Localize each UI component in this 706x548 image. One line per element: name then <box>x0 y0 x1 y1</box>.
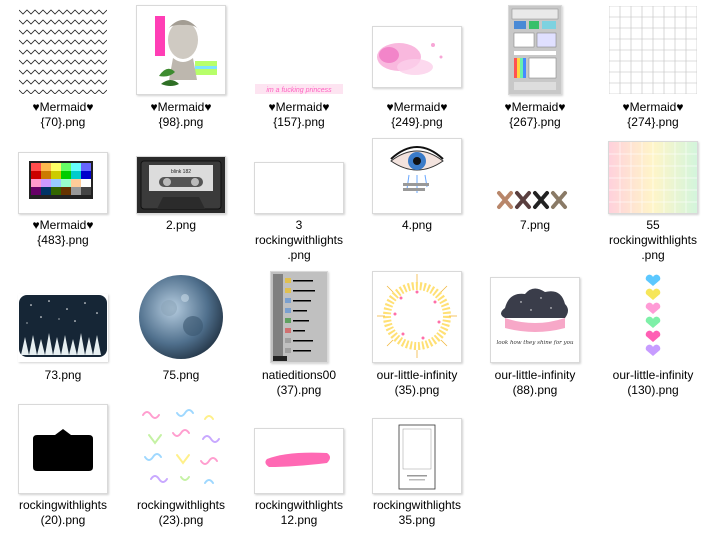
file-item[interactable]: rockingwithlights (20).png <box>4 398 122 548</box>
file-item[interactable]: ♥Mermaid♥ {267}.png <box>476 0 594 150</box>
file-item[interactable]: 55 rockingwithlights .png <box>594 136 706 286</box>
file-item[interactable]: rockingwithlights 35.png <box>358 398 476 548</box>
file-name: rockingwithlights (23).png <box>136 498 226 527</box>
file-name: ♥Mermaid♥ {274}.png <box>622 100 684 129</box>
sun-ring-thumbnail <box>372 271 462 363</box>
black-speech-bubble-thumbnail <box>18 404 108 494</box>
pastel-hearts-thumbnail <box>641 271 665 363</box>
file-item[interactable]: 75.png <box>122 266 240 416</box>
file-item[interactable]: blink 182 2.png <box>122 136 240 286</box>
pink-text-banner-thumbnail: im a fucking princess <box>254 5 344 95</box>
file-item[interactable]: ♥Mermaid♥ {483}.png <box>4 136 122 286</box>
pastel-squiggles-thumbnail <box>136 404 226 494</box>
file-name: rockingwithlights (20).png <box>18 498 108 527</box>
file-name: natieditions00 (37).png <box>261 368 337 397</box>
banner-text: im a fucking princess <box>266 87 332 94</box>
blank-white-thumbnail <box>254 162 344 214</box>
file-name: ♥Mermaid♥ {249}.png <box>386 100 448 129</box>
windows-start-menu-thumbnail <box>270 271 328 363</box>
file-name: 75.png <box>162 368 200 382</box>
file-item[interactable]: 7.png <box>476 136 594 286</box>
xxxx-marks-thumbnail <box>490 186 580 214</box>
file-item[interactable]: 4.png <box>358 136 476 286</box>
file-name: rockingwithlights 12.png <box>254 498 344 527</box>
grid-paper-thumbnail <box>608 5 698 95</box>
pink-brush-stroke-thumbnail <box>254 428 344 494</box>
file-name: ♥Mermaid♥ {267}.png <box>504 100 566 129</box>
galaxy-cloud-thumbnail: look how they shine for you <box>490 277 580 363</box>
retro-desktop-thumbnail <box>508 5 562 95</box>
blue-moon-thumbnail <box>136 271 226 363</box>
file-item[interactable]: ♥Mermaid♥ {274}.png <box>594 0 706 150</box>
file-item[interactable]: rockingwithlights 12.png <box>240 398 358 548</box>
file-name: ♥Mermaid♥ {98}.png <box>150 100 212 129</box>
file-item[interactable]: im a fucking princess ♥Mermaid♥ {157}.pn… <box>240 0 358 150</box>
file-name: our-little-infinity (130).png <box>612 368 694 397</box>
file-item[interactable]: ♥Mermaid♥ {70}.png <box>4 0 122 150</box>
file-name: 7.png <box>519 218 551 232</box>
file-item[interactable]: our-little-infinity (35).png <box>358 266 476 416</box>
file-name: ♥Mermaid♥ {157}.png <box>268 100 330 129</box>
file-item[interactable]: look how they shine for you our-little-i… <box>476 266 594 416</box>
file-item[interactable]: ♥Mermaid♥ {249}.png <box>358 0 476 150</box>
file-name: our-little-infinity (35).png <box>376 368 458 397</box>
file-item[interactable]: rockingwithlights (23).png <box>122 398 240 548</box>
file-name: ♥Mermaid♥ {483}.png <box>32 218 94 247</box>
night-sky-trees-thumbnail <box>18 294 108 362</box>
cassette-label: blink 182 <box>171 169 191 175</box>
file-item[interactable]: 73.png <box>4 266 122 416</box>
file-name: 73.png <box>44 368 82 382</box>
cassette-tape-thumbnail: blink 182 <box>136 156 226 214</box>
pastel-gradient-grid-thumbnail <box>608 141 698 214</box>
file-item[interactable]: 3 rockingwithlights .png <box>240 136 358 286</box>
zigzag-pattern-thumbnail <box>18 5 108 95</box>
file-item[interactable]: our-little-infinity (130).png <box>594 266 706 416</box>
pink-watercolor-thumbnail <box>372 26 462 88</box>
file-name: 4.png <box>401 218 433 232</box>
file-item[interactable]: ♥Mermaid♥ {98}.png <box>122 0 240 150</box>
vaporwave-statue-thumbnail <box>136 5 226 95</box>
file-name: 55 rockingwithlights .png <box>608 218 698 262</box>
file-name: rockingwithlights 35.png <box>372 498 462 527</box>
file-name: 2.png <box>165 218 197 232</box>
file-name: our-little-infinity (88).png <box>494 368 576 397</box>
file-name: 3 rockingwithlights .png <box>254 218 344 262</box>
crying-eye-thumbnail <box>372 138 462 214</box>
galaxy-caption: look how they shine for you <box>497 340 574 346</box>
file-item[interactable]: natieditions00 (37).png <box>240 266 358 416</box>
file-name: ♥Mermaid♥ {70}.png <box>32 100 94 129</box>
blank-document-thumbnail <box>372 418 462 494</box>
color-palette-thumbnail <box>18 152 108 214</box>
